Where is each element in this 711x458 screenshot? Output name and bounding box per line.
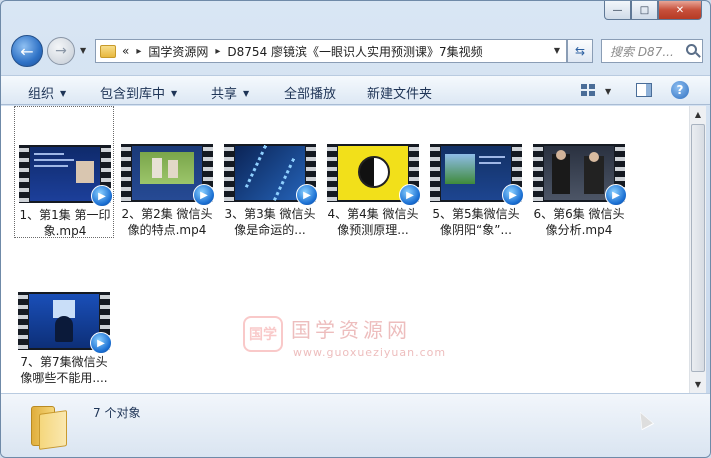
video-thumbnail: ▶ <box>19 145 113 207</box>
file-list: ▶ 1、第1集 第一印象.mp4 ▶ 2、第2集 微信头像的特点.mp4 ▶ 3… <box>1 106 689 393</box>
media-player-icon: ▶ <box>91 185 113 207</box>
video-thumbnail: ▶ <box>327 144 421 206</box>
chevron-down-icon: ▼ <box>243 89 250 98</box>
back-arrow-icon: ← <box>20 41 34 61</box>
media-player-icon: ▶ <box>399 184 421 206</box>
organize-menu[interactable]: 组织 ▼ <box>28 83 66 102</box>
item-count: 7 个对象 <box>93 406 141 420</box>
scroll-down-icon[interactable]: ▼ <box>690 376 706 393</box>
share-label: 共享 <box>211 87 238 102</box>
organize-label: 组织 <box>28 87 55 102</box>
include-in-library-menu[interactable]: 包含到库中 ▼ <box>100 83 177 102</box>
video-thumbnail: ▶ <box>533 144 627 206</box>
media-player-icon: ▶ <box>502 184 524 206</box>
address-bar[interactable]: « ▸ 国学资源网 ▸ D8754 廖镜滨《一眼识人实用预测课》7集视频 ▼ <box>95 39 567 63</box>
caption-buttons: — □ ✕ <box>604 1 702 20</box>
file-name: 2、第2集 微信头像的特点.mp4 <box>121 207 213 237</box>
video-thumbnail: ▶ <box>18 292 112 354</box>
file-name: 1、第1集 第一印象.mp4 <box>19 208 111 238</box>
file-item-7[interactable]: ▶ 7、第7集微信头像哪些不能用.... <box>14 254 114 386</box>
help-icon[interactable]: ? <box>671 81 689 99</box>
refresh-button[interactable]: ⇆ <box>567 39 593 63</box>
search-placeholder: 搜索 D87... <box>610 44 674 59</box>
back-button[interactable]: ← <box>11 35 43 67</box>
media-player-icon: ▶ <box>193 184 215 206</box>
view-options-icon[interactable] <box>581 84 595 96</box>
watermark-url: www.guoxueziyuan.com <box>293 346 447 359</box>
file-name: 4、第4集 微信头像预测原理... <box>327 207 419 237</box>
file-name: 5、第5集微信头像阴阳“象”... <box>432 207 520 237</box>
file-name: 3、第3集 微信头像是命运的... <box>224 207 316 237</box>
file-item-2[interactable]: ▶ 2、第2集 微信头像的特点.mp4 <box>117 106 217 238</box>
maximize-button[interactable]: □ <box>631 1 658 20</box>
forward-button[interactable]: → <box>47 37 75 65</box>
folder-icon <box>29 404 73 450</box>
watermark-logo: 国学 <box>243 316 283 352</box>
include-library-label: 包含到库中 <box>100 87 166 102</box>
navigation-bar: ← → ▼ « ▸ 国学资源网 ▸ D8754 廖镜滨《一眼识人实用预测课》7集… <box>1 31 710 71</box>
command-toolbar: 组织 ▼ 包含到库中 ▼ 共享 ▼ 全部播放 新建文件夹 ▼ ? <box>1 75 710 105</box>
new-folder-button[interactable]: 新建文件夹 <box>367 83 432 102</box>
file-item-4[interactable]: ▶ 4、第4集 微信头像预测原理... <box>323 106 423 238</box>
forward-arrow-icon: → <box>55 43 67 59</box>
breadcrumb-item-current[interactable]: D8754 廖镜滨《一眼识人实用预测课》7集视频 <box>227 43 482 60</box>
search-icon[interactable] <box>686 44 697 55</box>
close-button[interactable]: ✕ <box>658 1 702 20</box>
watermark-text: 国学资源网 <box>291 318 411 342</box>
refresh-icon: ⇆ <box>574 44 586 58</box>
search-input[interactable]: 搜索 D87... <box>601 39 703 63</box>
chevron-down-icon: ▼ <box>60 89 67 98</box>
vertical-scrollbar[interactable]: ▲ ▼ <box>689 106 706 393</box>
breadcrumb-overflow[interactable]: « <box>122 44 129 58</box>
status-bar: 7 个对象 <box>1 393 710 457</box>
breadcrumb-separator-icon[interactable]: ▸ <box>136 46 141 57</box>
media-player-icon: ▶ <box>605 184 627 206</box>
media-player-icon: ▶ <box>296 184 318 206</box>
scroll-up-icon[interactable]: ▲ <box>690 106 706 123</box>
file-item-3[interactable]: ▶ 3、第3集 微信头像是命运的... <box>220 106 320 238</box>
chevron-down-icon: ▼ <box>171 89 178 98</box>
address-dropdown-icon[interactable]: ▼ <box>554 46 560 55</box>
video-thumbnail: ▶ <box>430 144 524 206</box>
video-thumbnail: ▶ <box>224 144 318 206</box>
file-item-6[interactable]: ▶ 6、第6集 微信头像分析.mp4 <box>529 106 629 238</box>
file-item-1[interactable]: ▶ 1、第1集 第一印象.mp4 <box>14 106 114 238</box>
file-item-5[interactable]: ▶ 5、第5集微信头像阴阳“象”... <box>426 106 526 238</box>
video-thumbnail: ▶ <box>121 144 215 206</box>
view-dropdown-icon[interactable]: ▼ <box>605 87 611 96</box>
preview-pane-icon[interactable] <box>636 83 652 97</box>
explorer-window: — □ ✕ ← → ▼ « ▸ 国学资源网 ▸ D8754 廖镜滨《一眼识人实用… <box>0 0 711 458</box>
minimize-button[interactable]: — <box>604 1 631 20</box>
breadcrumb-item-guoxue[interactable]: 国学资源网 <box>148 43 208 60</box>
play-all-button[interactable]: 全部播放 <box>284 83 336 102</box>
site-watermark: 国学 国学资源网 www.guoxueziyuan.com <box>243 314 493 370</box>
scroll-thumb[interactable] <box>691 124 705 372</box>
file-name: 7、第7集微信头像哪些不能用.... <box>20 355 108 385</box>
folder-icon <box>100 44 116 58</box>
breadcrumb-separator-icon[interactable]: ▸ <box>215 46 220 57</box>
file-name: 6、第6集 微信头像分析.mp4 <box>533 207 625 237</box>
share-menu[interactable]: 共享 ▼ <box>211 83 249 102</box>
media-player-icon: ▶ <box>90 332 112 354</box>
history-dropdown-icon[interactable]: ▼ <box>80 46 86 55</box>
